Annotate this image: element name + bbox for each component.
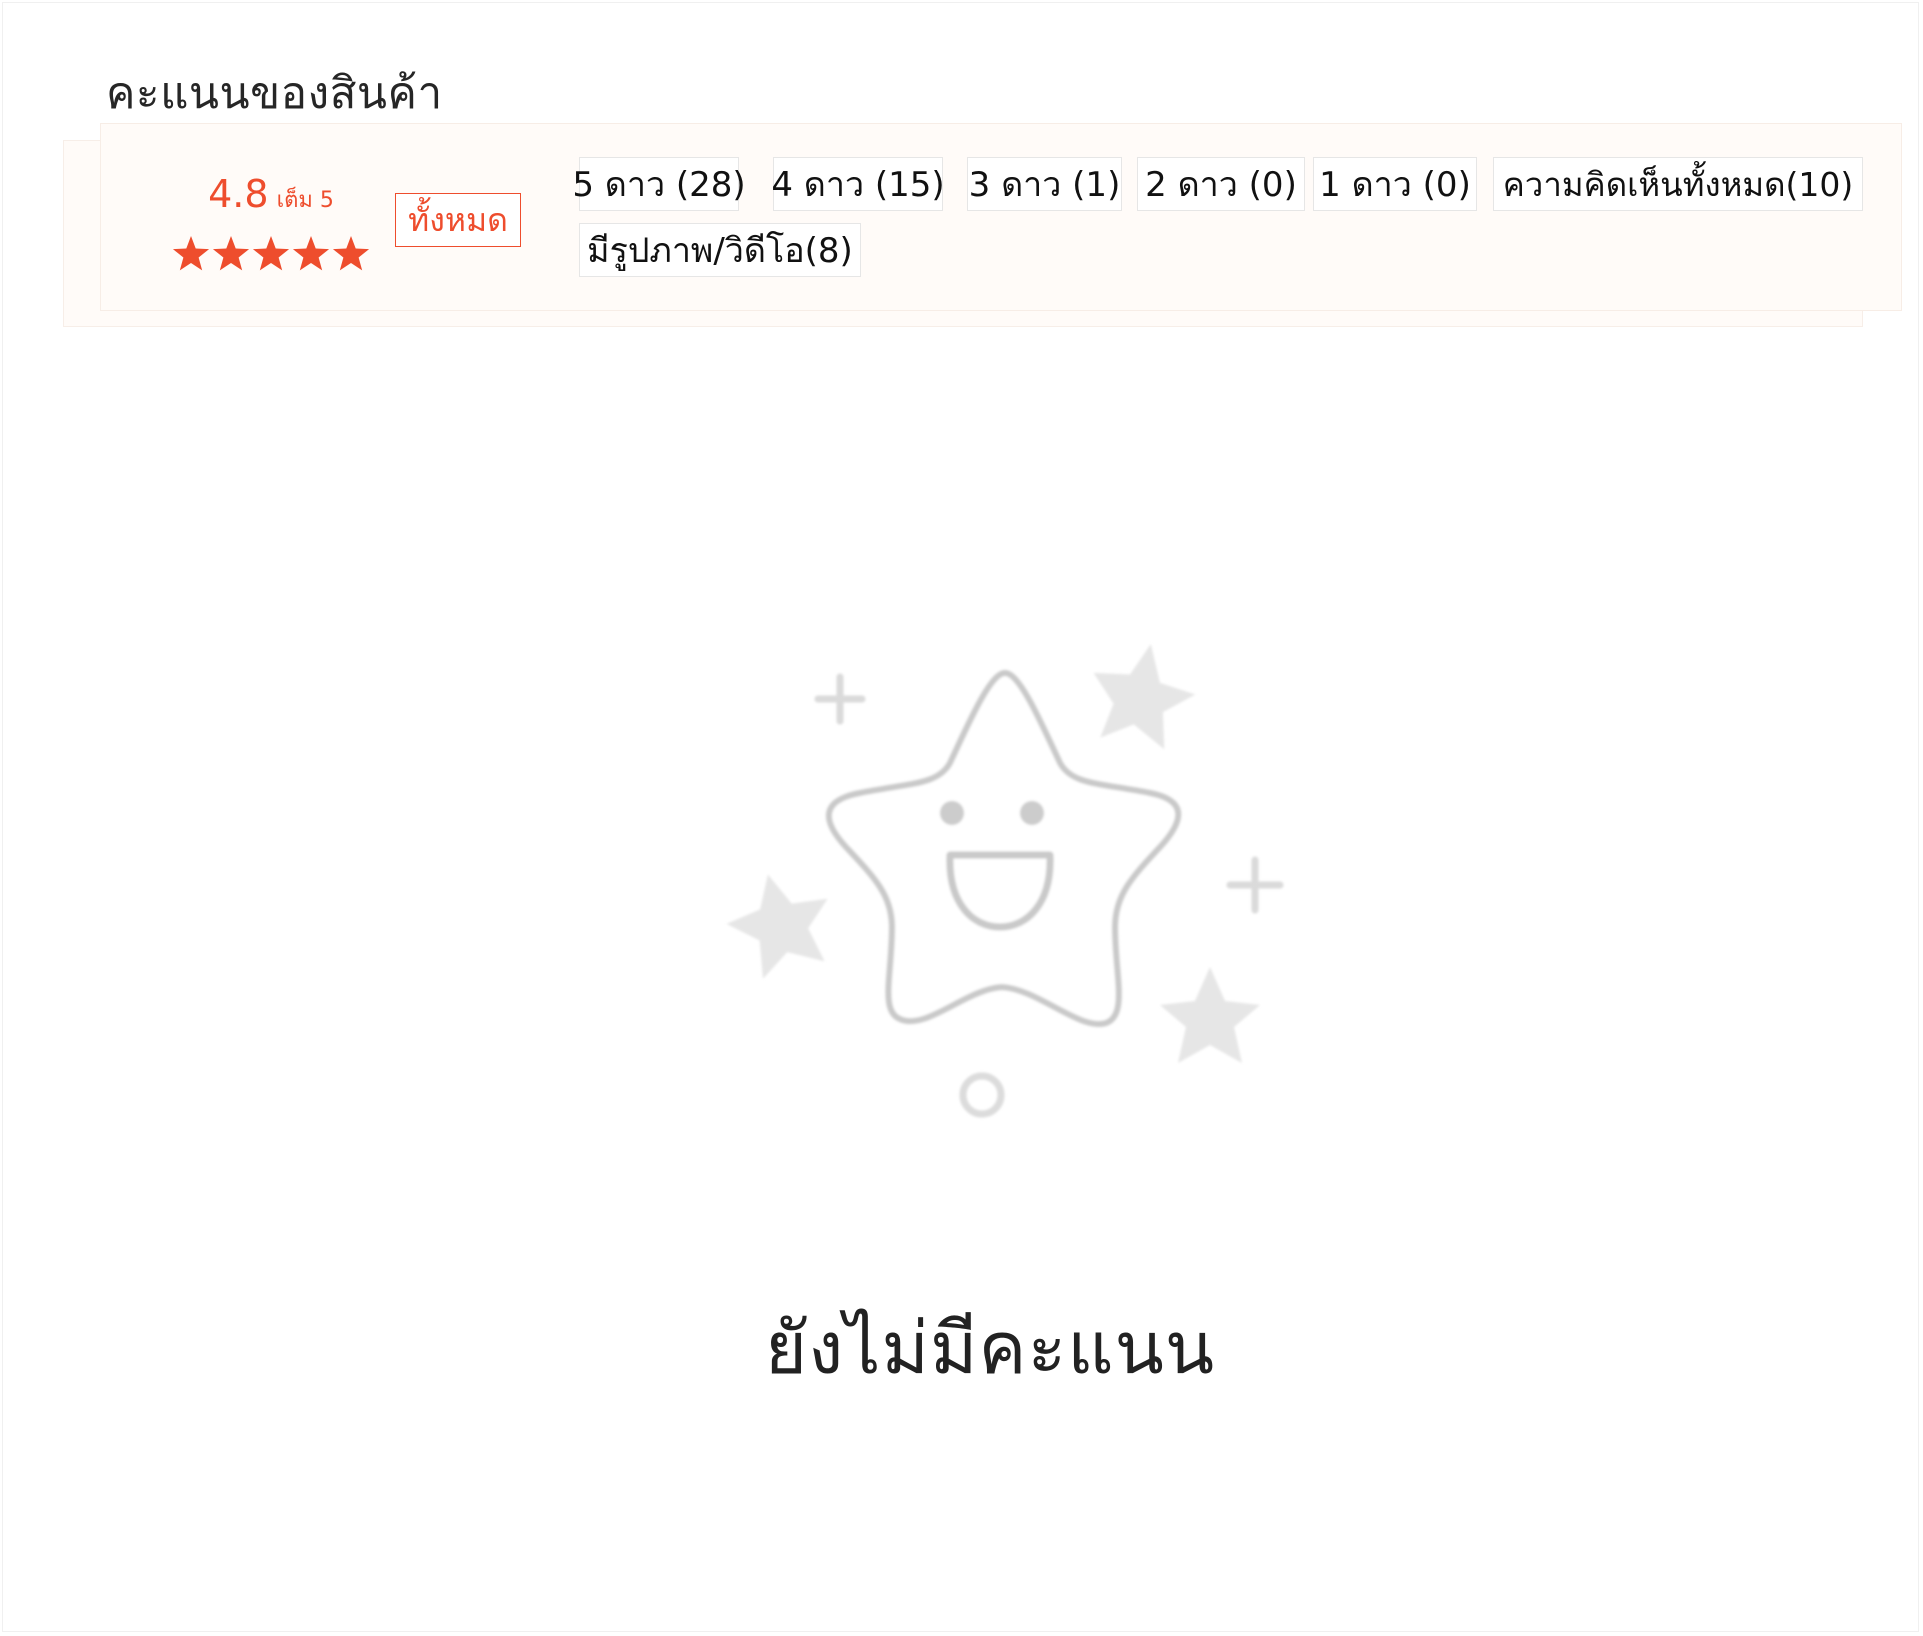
- filter-chip-2-stars[interactable]: 2 ดาว (0): [1137, 157, 1305, 211]
- filter-all-button[interactable]: ทั้งหมด: [395, 193, 521, 247]
- rating-star-icon: [332, 236, 370, 271]
- sparkle-circle: [959, 1072, 1005, 1118]
- filter-chip-4-stars[interactable]: 4 ดาว (15): [771, 157, 945, 211]
- filter-chip-5-stars[interactable]: 5 ดาว (28): [572, 157, 746, 211]
- rating-score-suffix: เต็ม 5: [276, 188, 334, 213]
- rating-star-icon: [292, 236, 330, 271]
- filter-chip-all-comments[interactable]: ความคิดเห็นทั้งหมด(10): [1493, 157, 1863, 211]
- filter-chip-3-stars[interactable]: 3 ดาว (1): [967, 157, 1122, 211]
- rating-star-icon: [212, 236, 250, 271]
- small-star-left: [726, 874, 828, 979]
- small-star-top-right: [1093, 644, 1196, 750]
- filter-chip-with-media[interactable]: มีรูปภาพ/วิดีโอ(8): [579, 223, 861, 277]
- sparkle-plus-icon-right: [1226, 856, 1284, 914]
- rating-score-line: 4.8 เต็ม 5: [171, 172, 371, 217]
- filter-chip-1-star[interactable]: 1 ดาว (0): [1313, 157, 1477, 211]
- star-eye-right: [1020, 801, 1044, 825]
- rating-overview-panel: 4.8 เต็ม 5 ทั้งหมด 5 ดาว (28) 4 ดาว (15) …: [100, 123, 1902, 311]
- sparkle-plus-icon: [814, 673, 866, 725]
- rating-star-icon: [252, 236, 290, 271]
- rating-star-icon: [172, 236, 210, 271]
- star-eye-left: [940, 801, 964, 825]
- empty-state-message: ยังไม่มีคะแนน: [764, 1306, 1216, 1390]
- rating-stars: [172, 236, 370, 271]
- rating-score: 4.8: [208, 172, 269, 216]
- small-star-bottom-right: [1160, 967, 1260, 1063]
- rating-score-block: 4.8 เต็ม 5: [171, 172, 371, 271]
- smiling-star-icon: [726, 644, 1284, 1118]
- section-title: คะแนนของสินค้า: [106, 68, 443, 119]
